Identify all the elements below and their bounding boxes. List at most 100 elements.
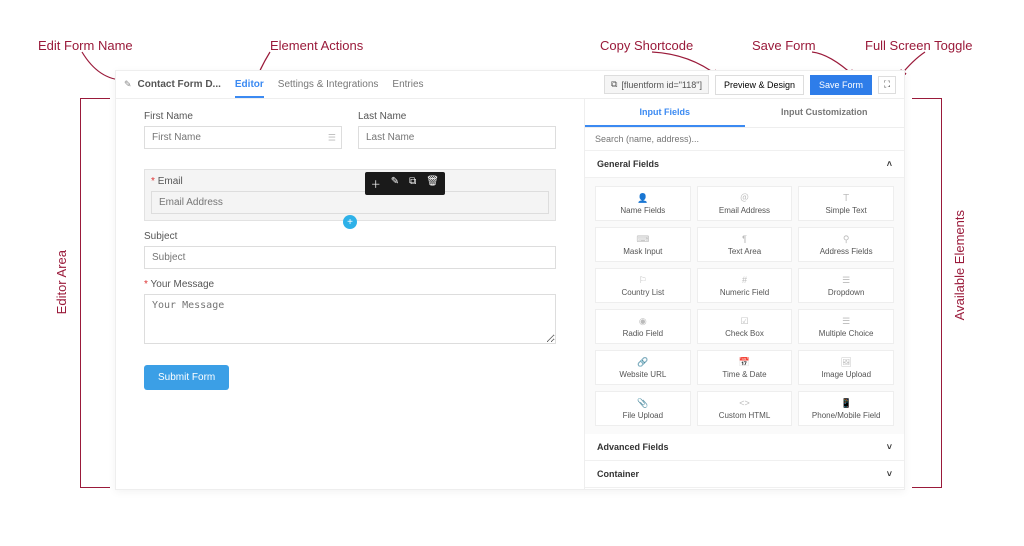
field-item-label: Custom HTML — [719, 411, 771, 420]
form-name[interactable]: Contact Form D... — [138, 79, 221, 90]
field-item-country-list[interactable]: ⚐Country List — [595, 268, 691, 303]
field-item-label: Radio Field — [623, 329, 663, 338]
copy-icon: ⧉ — [611, 79, 617, 90]
field-item-website-url[interactable]: 🔗Website URL — [595, 350, 691, 385]
field-item-check-box[interactable]: ☑ Check Box — [697, 309, 793, 344]
accordion-container[interactable]: Container ˅ — [585, 461, 904, 488]
field-item-icon: Ｔ — [842, 193, 851, 203]
field-item-icon: ☑ — [740, 316, 748, 326]
field-item-label: Phone/Mobile Field — [812, 411, 880, 420]
accordion-payment-fields[interactable]: Payment Fields ˅ — [585, 488, 904, 489]
field-item-simple-text[interactable]: ＴSimple Text — [798, 186, 894, 221]
field-item-label: Time & Date — [722, 370, 766, 379]
accordion-advanced-fields[interactable]: Advanced Fields ˅ — [585, 434, 904, 461]
chevron-down-icon: ˅ — [887, 469, 892, 479]
field-item-icon: # — [742, 275, 747, 285]
shortcode-box[interactable]: ⧉ [fluentform id="118"] — [604, 75, 709, 94]
fullscreen-toggle[interactable]: ⛶ — [878, 76, 896, 94]
field-item-icon: ＠ — [740, 193, 749, 203]
save-button[interactable]: Save Form — [810, 75, 872, 95]
field-item-label: Name Fields — [620, 206, 665, 215]
field-item-image-upload[interactable]: 🖼 Image Upload — [798, 350, 894, 385]
field-message[interactable]: * Your Message — [144, 279, 556, 347]
email-input[interactable] — [151, 191, 549, 214]
field-last-name[interactable]: Last Name — [358, 111, 556, 149]
field-item-label: Dropdown — [828, 288, 864, 297]
field-item-label: Multiple Choice — [819, 329, 874, 338]
field-item-label: Mask Input — [623, 247, 662, 256]
label-available-elements: Available Elements — [952, 210, 967, 320]
annotation-save-form: Save Form — [752, 38, 816, 53]
first-name-input[interactable] — [144, 126, 342, 149]
field-item-icon: ☰ — [842, 275, 850, 285]
general-fields-grid: 👤 Name Fields ＠Email AddressＴSimple Text ⌨M… — [585, 178, 904, 434]
topbar: ✎ Contact Form D... Editor Settings & In… — [116, 71, 904, 99]
sidebar-tab-customization[interactable]: Input Customization — [745, 99, 905, 127]
field-item-file-upload[interactable]: 📎 File Upload — [595, 391, 691, 426]
field-item-icon: 📎 — [637, 398, 648, 408]
form-builder-app: ✎ Contact Form D... Editor Settings & In… — [115, 70, 905, 490]
field-item-custom-html[interactable]: <>Custom HTML — [697, 391, 793, 426]
field-item-dropdown[interactable]: ☰ Dropdown — [798, 268, 894, 303]
field-item-time-date[interactable]: 📅 Time & Date — [697, 350, 793, 385]
field-item-text-area[interactable]: ¶ Text Area — [697, 227, 793, 262]
sidebar-search — [585, 128, 904, 151]
field-item-email-address[interactable]: ＠Email Address — [697, 186, 793, 221]
message-label-text: Your Message — [151, 279, 215, 290]
toolbox-edit-icon[interactable]: ✎ — [391, 176, 399, 191]
field-item-label: Check Box — [725, 329, 764, 338]
sidebar-tabs: Input Fields Input Customization — [585, 99, 904, 128]
field-item-icon: 🖼 — [840, 357, 851, 367]
field-item-icon: 🔗 — [637, 357, 648, 367]
editor-area: First Name ☰ Last Name * Email ＋ ✎ — [116, 99, 584, 489]
field-item-label: File Upload — [623, 411, 663, 420]
field-item-icon: 📅 — [739, 357, 750, 367]
field-item-label: Image Upload — [821, 370, 871, 379]
toolbox-add-icon[interactable]: ＋ — [371, 176, 381, 191]
submit-button[interactable]: Submit Form — [144, 365, 229, 390]
bracket-editor-area — [80, 98, 110, 488]
first-name-label: First Name — [144, 111, 342, 122]
field-item-icon: ⚲ — [843, 234, 850, 244]
field-item-icon: ¶ — [742, 234, 747, 244]
field-item-phone-mobile-field[interactable]: 📱Phone/Mobile Field — [798, 391, 894, 426]
last-name-label: Last Name — [358, 111, 556, 122]
tab-settings[interactable]: Settings & Integrations — [278, 79, 379, 90]
field-item-icon: 👤 — [637, 193, 648, 203]
shortcode-text: [fluentform id="118"] — [621, 80, 702, 90]
field-item-multiple-choice[interactable]: ☰Multiple Choice — [798, 309, 894, 344]
preview-button[interactable]: Preview & Design — [715, 75, 804, 95]
field-item-label: Text Area — [728, 247, 761, 256]
chevron-down-icon: ˅ — [887, 442, 892, 452]
last-name-input[interactable] — [358, 126, 556, 149]
tab-editor[interactable]: Editor — [235, 79, 264, 98]
chevron-up-icon: ˄ — [887, 159, 892, 169]
email-label-text: Email — [158, 176, 183, 187]
email-label: * Email — [151, 176, 549, 187]
nav-tabs: Editor Settings & Integrations Entries — [235, 79, 424, 90]
field-email[interactable]: * Email ＋ ✎ ⧉ 🗑 + — [144, 169, 556, 221]
sidebar-tab-input-fields[interactable]: Input Fields — [585, 99, 745, 127]
message-label: * Your Message — [144, 279, 556, 290]
field-item-label: Numeric Field — [720, 288, 769, 297]
add-field-button[interactable]: + — [343, 215, 357, 229]
toolbox-copy-icon[interactable]: ⧉ — [409, 176, 416, 191]
field-item-address-fields[interactable]: ⚲Address Fields — [798, 227, 894, 262]
tab-entries[interactable]: Entries — [392, 79, 423, 90]
field-item-radio-field[interactable]: ◉Radio Field — [595, 309, 691, 344]
message-textarea[interactable] — [144, 294, 556, 344]
field-item-name-fields[interactable]: 👤 Name Fields — [595, 186, 691, 221]
field-first-name[interactable]: First Name ☰ — [144, 111, 342, 149]
label-editor-area: Editor Area — [54, 250, 69, 314]
subject-input[interactable] — [144, 246, 556, 269]
field-item-numeric-field[interactable]: # Numeric Field — [697, 268, 793, 303]
sidebar-search-input[interactable] — [595, 134, 894, 144]
accordion-general-fields[interactable]: General Fields ˄ — [585, 151, 904, 178]
toolbox-delete-icon[interactable]: 🗑 — [426, 176, 439, 191]
edit-icon[interactable]: ✎ — [124, 79, 132, 90]
field-item-mask-input[interactable]: ⌨Mask Input — [595, 227, 691, 262]
sidebar: Input Fields Input Customization General… — [584, 99, 904, 489]
advanced-fields-title: Advanced Fields — [597, 442, 669, 452]
name-card-icon: ☰ — [328, 132, 336, 143]
field-subject[interactable]: Subject — [144, 231, 556, 269]
